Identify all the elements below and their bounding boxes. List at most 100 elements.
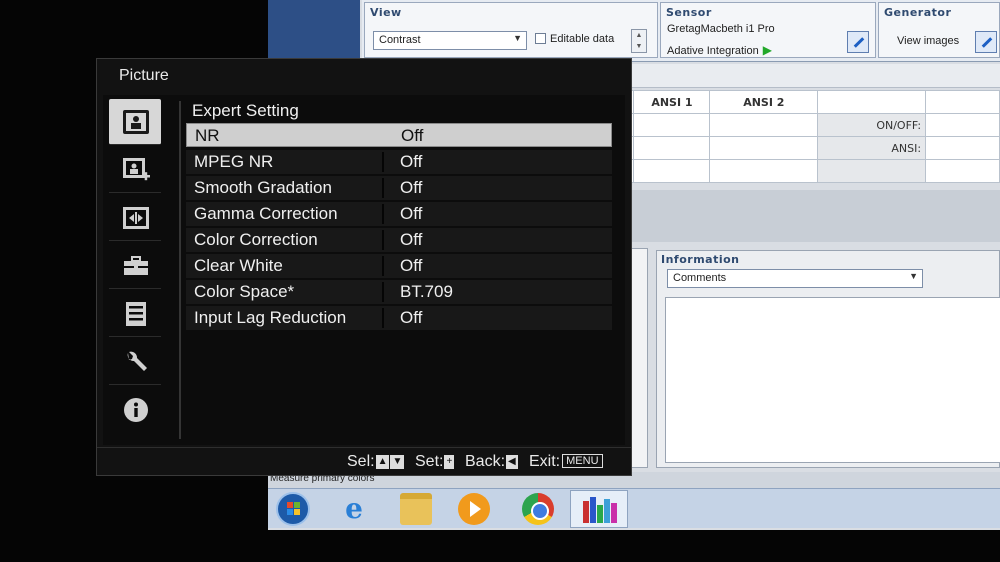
spinner-control[interactable]: ▲ ▼ (631, 29, 647, 53)
menu-item-value: Off (400, 204, 423, 223)
generator-group: Generator View images (878, 2, 1000, 58)
grid-cell (709, 159, 819, 183)
grid-cell (709, 113, 819, 137)
sidebar-divider (179, 101, 181, 439)
sidebar-item-picture-add[interactable] (109, 147, 161, 193)
menu-item-color-space[interactable]: Color Space* BT.709 (186, 280, 612, 304)
row-divider (382, 204, 384, 224)
menu-item-label: Color Space* (194, 282, 295, 301)
sidebar-item-checklist[interactable] (109, 291, 161, 337)
grid-cell (925, 159, 1000, 183)
sidebar-item-info[interactable] (109, 387, 161, 433)
osd-menu: Picture Expert Setting NR Off MPEG NR Of… (96, 58, 632, 476)
menu-item-smooth-gradation[interactable]: Smooth Gradation Off (186, 176, 612, 200)
sidebar-item-screen[interactable] (109, 195, 161, 241)
chrome-icon[interactable] (522, 493, 554, 525)
view-images-link[interactable]: View images (897, 35, 959, 47)
row-divider (382, 230, 384, 250)
information-panel: Information Comments ▼ (656, 250, 1000, 468)
view-group-title: View (370, 6, 402, 19)
menu-item-label: MPEG NR (194, 152, 274, 171)
menu-item-label: Clear White (194, 256, 283, 275)
row-divider (382, 308, 384, 328)
row-divider (382, 282, 384, 302)
sensor-group: Sensor GretagMacbeth i1 Pro Adative Inte… (660, 2, 876, 58)
menu-item-clear-white[interactable]: Clear White Off (186, 254, 612, 278)
desktop-background (268, 0, 360, 60)
menu-item-value: Off (401, 126, 424, 145)
info-icon (124, 398, 148, 422)
sensor-mode-row[interactable]: Adative Integration ▶ (667, 43, 772, 57)
picture-icon (123, 110, 149, 134)
grid-cell (925, 90, 1000, 114)
menu-item-label: Input Lag Reduction (194, 308, 347, 327)
comments-select[interactable]: Comments ▼ (667, 269, 923, 288)
footer-select-hint: Sel: ▲ ▼ (347, 453, 405, 471)
osd-footer: Sel: ▲ ▼ Set: + Back: ◀ Exit: MENU (97, 447, 631, 475)
app-ribbon: View Contrast ▼ Editable data ▲ ▼ Sensor … (362, 0, 1000, 62)
comments-textarea[interactable] (665, 297, 1000, 463)
row-divider (382, 256, 384, 276)
grid-header-ansi1: ANSI 1 (633, 90, 711, 114)
chevron-down-icon: ▼ (909, 271, 918, 281)
menu-item-value: Off (400, 178, 423, 197)
menu-item-value: Off (400, 152, 423, 171)
footer-set-hint: Set: + (415, 453, 455, 471)
generator-group-title: Generator (884, 6, 952, 19)
media-player-icon[interactable] (458, 493, 490, 525)
windows-start-icon[interactable] (276, 492, 310, 526)
grid-cell (925, 113, 1000, 137)
sidebar-item-toolbox[interactable] (109, 243, 161, 289)
sidebar-item-picture[interactable] (109, 99, 161, 145)
screen-size-icon (123, 207, 149, 229)
footer-exit-label: Exit: (529, 453, 561, 470)
checkbox-box[interactable] (535, 33, 546, 44)
sidebar-item-settings[interactable] (109, 339, 161, 385)
sensor-group-title: Sensor (666, 6, 712, 19)
menu-item-input-lag-reduction[interactable]: Input Lag Reduction Off (186, 306, 612, 330)
chevron-down-icon: ▼ (513, 33, 522, 43)
menu-item-label: NR (195, 126, 220, 145)
osd-body: Expert Setting NR Off MPEG NR Off Smooth… (103, 95, 625, 445)
folder-icon[interactable] (400, 493, 432, 525)
grid-label-onoff: ON/OFF: (817, 113, 927, 137)
menu-item-color-correction[interactable]: Color Correction Off (186, 228, 612, 252)
arrow-up-icon: ▲ (375, 455, 390, 469)
grid-cell (817, 159, 927, 183)
enter-icon: + (444, 455, 455, 469)
footer-back-label: Back: (465, 453, 506, 470)
grid-label-ansi: ANSI: (817, 136, 927, 160)
calibration-app-icon (583, 497, 617, 523)
view-select[interactable]: Contrast ▼ (373, 31, 527, 50)
footer-sel-label: Sel: (347, 453, 375, 470)
checklist-icon (126, 302, 146, 326)
grid-cell (817, 90, 927, 114)
row-divider (382, 178, 384, 198)
calibration-app-button[interactable] (570, 490, 628, 528)
sensor-edit-button[interactable] (847, 31, 869, 53)
menu-item-gamma-correction[interactable]: Gamma Correction Off (186, 202, 612, 226)
wrench-icon (127, 351, 147, 371)
view-select-value: Contrast (379, 34, 421, 46)
menu-item-nr[interactable]: NR Off (186, 123, 612, 147)
internet-explorer-icon[interactable]: e (338, 493, 370, 525)
footer-back-hint: Back: ◀ (465, 453, 518, 471)
generator-edit-button[interactable] (975, 31, 997, 53)
arrow-down-icon: ▼ (390, 455, 405, 469)
editable-data-checkbox[interactable]: Editable data (535, 33, 614, 45)
view-group: View Contrast ▼ Editable data ▲ ▼ (364, 2, 658, 58)
footer-exit-hint: Exit: MENU (529, 453, 603, 471)
menu-item-value: Off (400, 230, 423, 249)
back-arrow-icon: ◀ (506, 455, 518, 469)
play-icon[interactable]: ▶ (763, 43, 772, 57)
information-title: Information (661, 253, 740, 266)
menu-item-value: Off (400, 256, 423, 275)
section-title: Expert Setting (192, 101, 299, 120)
toolbox-icon (124, 256, 148, 275)
menu-item-value: Off (400, 308, 423, 327)
grid-cell (633, 136, 711, 160)
menu-key: MENU (562, 454, 603, 468)
menu-item-label: Smooth Gradation (194, 178, 332, 197)
grid-header-ansi2: ANSI 2 (709, 90, 819, 114)
menu-item-mpeg-nr[interactable]: MPEG NR Off (186, 150, 612, 174)
